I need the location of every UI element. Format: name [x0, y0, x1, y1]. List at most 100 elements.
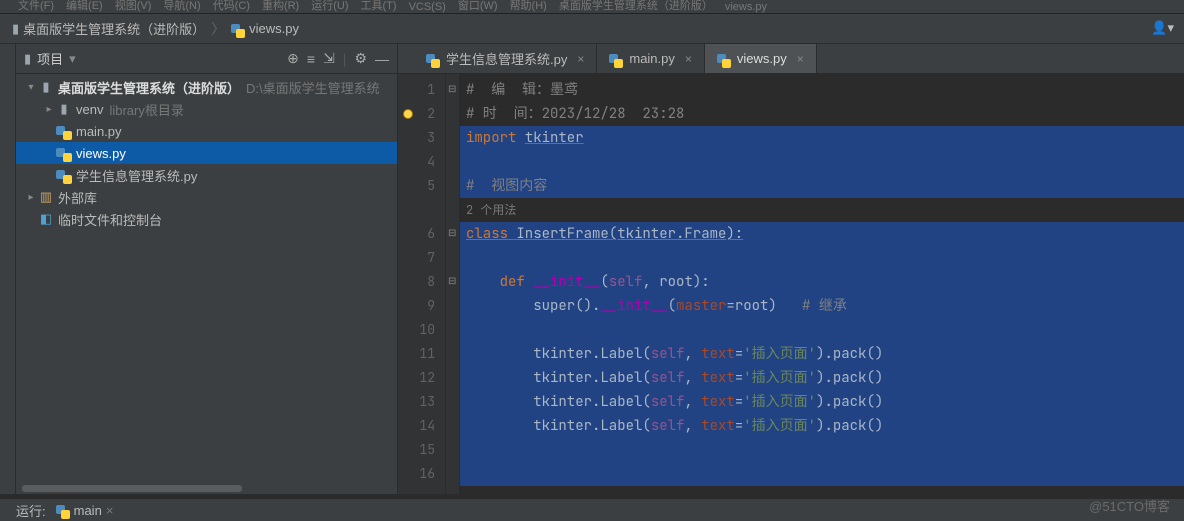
locate-icon[interactable]: ⊕ — [287, 50, 299, 67]
code-line[interactable]: 2 个用法 — [460, 198, 1184, 222]
project-scrollbar[interactable] — [16, 484, 397, 494]
python-icon — [56, 170, 72, 184]
tab-close-icon[interactable]: × — [577, 52, 584, 66]
menu-item[interactable]: views.py — [725, 1, 767, 13]
line-number[interactable]: 12 — [398, 366, 445, 390]
run-config[interactable]: main — [74, 503, 102, 518]
editor-tab[interactable]: main.py× — [597, 44, 705, 73]
code-line[interactable]: # 视图内容 — [460, 174, 1184, 198]
menu-item[interactable]: 运行(U) — [311, 0, 348, 13]
minimize-icon[interactable]: — — [375, 51, 389, 67]
breakpoint-icon[interactable] — [403, 109, 413, 119]
chevron-down-icon[interactable]: ▾ — [24, 82, 38, 93]
line-number[interactable]: 5 — [398, 174, 445, 198]
menu-item[interactable]: 帮助(H) — [510, 0, 547, 13]
chevron-right-icon[interactable]: ▸ — [24, 192, 38, 203]
breadcrumb-root[interactable]: ▮ 桌面版学生管理系统（进阶版） — [12, 19, 205, 38]
line-number[interactable]: 13 — [398, 390, 445, 414]
chevron-right-icon[interactable]: ▸ — [42, 104, 56, 115]
tree-row[interactable]: ▾▮桌面版学生管理系统（进阶版）D:\桌面版学生管理系统 — [16, 76, 397, 98]
project-dropdown-icon[interactable]: ▾ — [69, 51, 76, 67]
line-number[interactable]: 16 — [398, 462, 445, 486]
run-close-icon[interactable]: × — [106, 503, 114, 518]
code-line[interactable]: tkinter.Label(self, text='插入页面').pack() — [460, 414, 1184, 438]
code-line[interactable]: def __init__(self, root): — [460, 270, 1184, 294]
tree-row[interactable]: 学生信息管理系统.py — [16, 164, 397, 186]
breadcrumb-root-label: 桌面版学生管理系统（进阶版） — [23, 19, 205, 38]
code-line[interactable]: super().__init__(master=root) # 继承 — [460, 294, 1184, 318]
tree-row[interactable]: ▸▥外部库 — [16, 186, 397, 208]
editor-tab[interactable]: 学生信息管理系统.py × — [414, 44, 597, 73]
menu-item[interactable]: 导航(N) — [163, 0, 200, 13]
python-icon — [56, 505, 70, 519]
code-line[interactable]: # 时 间：2023/12/28 23:28 — [460, 102, 1184, 126]
fold-icon[interactable]: ⊟ — [448, 84, 456, 95]
breadcrumb-sep: 〉 — [211, 19, 225, 39]
line-number[interactable]: 9 — [398, 294, 445, 318]
line-number[interactable]: 3 — [398, 126, 445, 150]
line-number[interactable]: 7 — [398, 246, 445, 270]
python-icon — [426, 54, 440, 68]
tree-row[interactable]: views.py — [16, 142, 397, 164]
code-line[interactable] — [460, 150, 1184, 174]
editor-body: 12345678910111213141516 ⊟⊟⊟ # 编 辑：墨鸢# 时 … — [398, 74, 1184, 494]
folder-icon: ▮ — [56, 101, 72, 117]
tree-row[interactable]: ▸▮ venv library根目录 — [16, 98, 397, 120]
line-number[interactable]: 11 — [398, 342, 445, 366]
menu-item[interactable]: 编辑(E) — [66, 0, 103, 13]
line-number[interactable]: 10 — [398, 318, 445, 342]
menu-item[interactable]: 窗口(W) — [458, 0, 498, 13]
project-tree[interactable]: ▾▮桌面版学生管理系统（进阶版）D:\桌面版学生管理系统▸▮venvlibrar… — [16, 74, 397, 484]
menu-item[interactable]: 重构(R) — [262, 0, 299, 13]
code-line[interactable] — [460, 462, 1184, 486]
tab-label: 学生信息管理系统.py — [446, 49, 567, 68]
fold-icon[interactable]: ⊟ — [448, 228, 456, 239]
fold-icon[interactable]: ⊟ — [448, 276, 456, 287]
tab-close-icon[interactable]: × — [797, 52, 804, 66]
user-icon[interactable]: 👤▾ — [1151, 20, 1174, 36]
fold-column[interactable]: ⊟ ⊟ ⊟ — [446, 74, 460, 494]
line-number[interactable]: 1 — [398, 78, 445, 102]
code-line[interactable]: # 编 辑：墨鸢 — [460, 78, 1184, 102]
menu-item[interactable]: 桌面版学生管理系统（进阶版） — [559, 0, 713, 13]
menu-item[interactable]: 文件(F) — [18, 0, 54, 13]
code-line[interactable] — [460, 246, 1184, 270]
menu-item[interactable]: 视图(V) — [115, 0, 152, 13]
line-number[interactable]: 8 — [398, 270, 445, 294]
tab-close-icon[interactable]: × — [685, 52, 692, 66]
tree-row[interactable]: main.py — [16, 120, 397, 142]
tree-tag: library根目录 — [109, 100, 183, 119]
line-number[interactable] — [398, 198, 445, 222]
line-number[interactable]: 14 — [398, 414, 445, 438]
tree-label: venv — [76, 102, 103, 117]
python-icon — [56, 126, 72, 140]
python-icon — [609, 54, 623, 68]
code-line[interactable]: tkinter.Label(self, text='插入页面').pack() — [460, 390, 1184, 414]
code-line[interactable]: tkinter.Label(self, text='插入页面').pack() — [460, 342, 1184, 366]
line-number[interactable]: 15 — [398, 438, 445, 462]
line-number[interactable]: 4 — [398, 150, 445, 174]
line-gutter[interactable]: 12345678910111213141516 — [398, 74, 446, 494]
code-line[interactable]: tkinter.Label(self, text='插入页面').pack() — [460, 366, 1184, 390]
line-number[interactable]: 6 — [398, 222, 445, 246]
code-area[interactable]: # 编 辑：墨鸢# 时 间：2023/12/28 23:28import tki… — [460, 74, 1184, 494]
code-line[interactable]: class InsertFrame(tkinter.Frame): — [460, 222, 1184, 246]
menu-item[interactable]: 工具(T) — [361, 0, 397, 13]
tree-label: main.py — [76, 124, 122, 139]
select-opened-icon[interactable]: ≡ — [307, 51, 315, 67]
menu-item[interactable]: VCS(S) — [409, 1, 446, 13]
expand-icon[interactable]: ⇲ — [323, 50, 335, 67]
tree-row[interactable]: ◧临时文件和控制台 — [16, 208, 397, 230]
code-line[interactable] — [460, 438, 1184, 462]
breadcrumb-file[interactable]: views.py — [231, 21, 299, 36]
code-line[interactable] — [460, 318, 1184, 342]
tree-label: 外部库 — [58, 188, 97, 207]
menu-item[interactable]: 代码(C) — [213, 0, 250, 13]
library-icon: ▥ — [38, 189, 54, 205]
scratch-icon: ◧ — [38, 211, 54, 227]
editor-tab[interactable]: views.py× — [705, 44, 817, 73]
editor-toolbar: 学生信息管理系统.py×main.py×views.py× — [398, 44, 1184, 74]
code-line[interactable]: import tkinter — [460, 126, 1184, 150]
gear-icon[interactable]: ⚙ — [354, 50, 367, 67]
watermark: @51CTO博客 — [1089, 496, 1170, 515]
